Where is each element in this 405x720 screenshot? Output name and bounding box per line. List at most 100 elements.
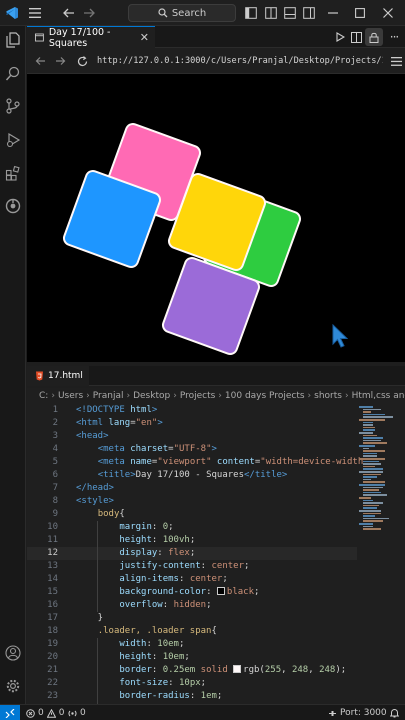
- code-text: height: 100vh;: [119, 535, 196, 545]
- line-number: 9: [52, 509, 58, 519]
- breadcrumb-item[interactable]: Pranjal: [93, 391, 124, 401]
- info-indicator[interactable]: 0: [68, 705, 86, 720]
- code-line[interactable]: 2 <html lang="en">: [27, 417, 357, 430]
- breadcrumb-separator: ›: [173, 391, 177, 401]
- port-indicator[interactable]: Port: 3000: [328, 705, 387, 720]
- preview-viewport[interactable]: [27, 74, 405, 362]
- code-text: justify-content: center;: [119, 561, 250, 571]
- code-line[interactable]: 20 height: 10em;: [27, 651, 357, 664]
- minimap[interactable]: [355, 404, 399, 704]
- remote-indicator-button[interactable]: [0, 705, 20, 720]
- file-tab[interactable]: 17.html: [27, 366, 89, 386]
- code-text: <meta name="viewport" content="width=dev…: [97, 457, 364, 467]
- breadcrumb-item[interactable]: C:: [39, 391, 48, 401]
- line-number: 2: [52, 418, 58, 428]
- code-text: <html lang="en">: [76, 418, 163, 428]
- title-bar: Search: [0, 0, 405, 26]
- code-line[interactable]: 9 body{: [27, 508, 357, 521]
- code-line[interactable]: 15 background-color: black;: [27, 586, 357, 599]
- code-line[interactable]: 5 <meta name="viewport" content="width=d…: [27, 456, 364, 469]
- code-text: height: 10em;: [119, 652, 190, 662]
- code-line[interactable]: 18 .loader, .loader span{: [27, 625, 357, 638]
- port-label: Port: 3000: [340, 708, 387, 718]
- vscode-logo-icon: [3, 4, 21, 22]
- preview-tab-strip: Day 17/100 - Squares ✕ ···: [27, 26, 405, 49]
- minimize-icon[interactable]: [324, 4, 342, 22]
- code-line[interactable]: 23 border-radius: 1em;: [27, 690, 357, 703]
- explorer-icon[interactable]: [3, 30, 23, 50]
- code-line[interactable]: 16 overflow: hidden;: [27, 599, 357, 612]
- split-editor-icon[interactable]: [347, 28, 365, 46]
- breadcrumb-item[interactable]: Desktop: [133, 391, 170, 401]
- code-text: border: 0.25em solid rgb(255, 248, 248);: [119, 665, 347, 675]
- toggle-panel-icon[interactable]: [262, 4, 280, 22]
- browser-back-icon[interactable]: [31, 52, 49, 70]
- code-line[interactable]: 21 border: 0.25em solid rgb(255, 248, 24…: [27, 664, 357, 677]
- status-bar: 0 0 0 Port: 3000: [0, 704, 405, 720]
- code-line[interactable]: 12 display: flex;: [27, 547, 357, 560]
- code-line[interactable]: 19 width: 10em;: [27, 638, 357, 651]
- color-swatch[interactable]: [233, 665, 242, 673]
- browser-navigation-bar: http://127.0.0.1:3000/c/Users/Pranjal/De…: [27, 48, 405, 74]
- code-text: }: [76, 613, 104, 623]
- problems-indicator[interactable]: 0 0: [26, 705, 64, 720]
- line-number: 21: [47, 665, 58, 675]
- browser-forward-icon[interactable]: [51, 52, 69, 70]
- remote-explorer-icon[interactable]: [3, 196, 23, 216]
- code-line[interactable]: 17 }: [27, 612, 357, 625]
- extensions-icon[interactable]: [3, 163, 23, 183]
- browser-preview-icon: [35, 33, 44, 42]
- color-swatch[interactable]: [216, 587, 225, 595]
- broadcast-icon: [68, 710, 77, 716]
- preview-tab[interactable]: Day 17/100 - Squares ✕: [27, 26, 155, 49]
- close-tab-icon[interactable]: ✕: [140, 31, 149, 44]
- breadcrumb: C: › Users › Pranjal › Desktop › Projects › 100 da…: [27, 388, 405, 404]
- code-line[interactable]: 14 align-items: center;: [27, 573, 357, 586]
- more-actions-icon[interactable]: ···: [385, 28, 403, 46]
- code-line[interactable]: 13 justify-content: center;: [27, 560, 357, 573]
- breadcrumb-item[interactable]: 100 days Projects: [225, 391, 305, 401]
- reload-icon[interactable]: [73, 52, 91, 70]
- code-line[interactable]: 8 <style>: [27, 495, 357, 508]
- settings-gear-icon[interactable]: [3, 676, 23, 696]
- back-arrow-icon[interactable]: [60, 4, 78, 22]
- notifications-bell-icon[interactable]: [389, 708, 400, 720]
- command-center-search[interactable]: Search: [128, 4, 236, 22]
- menu-icon[interactable]: [26, 4, 44, 22]
- lock-icon[interactable]: [365, 28, 383, 46]
- html-file-icon: [36, 371, 43, 381]
- toggle-secondary-sidebar-icon[interactable]: [281, 4, 299, 22]
- code-text: width: 10em;: [119, 639, 185, 649]
- code-line[interactable]: 6 <title>Day 17/100 - Squares</title>: [27, 469, 357, 482]
- code-line[interactable]: 22 font-size: 10px;: [27, 677, 357, 690]
- line-number: 12: [47, 548, 58, 558]
- source-control-icon[interactable]: [3, 96, 23, 116]
- toggle-sidebar-icon[interactable]: [242, 4, 260, 22]
- account-icon[interactable]: [3, 643, 23, 663]
- code-line[interactable]: 7 </head>: [27, 482, 357, 495]
- browser-menu-icon[interactable]: [387, 52, 405, 70]
- line-number: 3: [52, 431, 58, 441]
- breadcrumb-item[interactable]: Users: [58, 391, 83, 401]
- info-count: 0: [80, 708, 86, 718]
- breadcrumb-separator: ›: [307, 391, 312, 401]
- run-debug-icon[interactable]: [3, 130, 23, 150]
- close-window-icon[interactable]: [379, 4, 397, 22]
- search-view-icon[interactable]: [3, 64, 23, 84]
- customize-layout-icon[interactable]: [300, 4, 318, 22]
- breadcrumb-item[interactable]: Projects: [180, 391, 215, 401]
- maximize-icon[interactable]: [351, 4, 369, 22]
- breadcrumb-item[interactable]: Html,css and javascript: [352, 391, 405, 401]
- breadcrumb-item[interactable]: shorts: [314, 391, 342, 401]
- code-editor[interactable]: 1 <!DOCTYPE html> 2 <html lang="en"> 3 <head>…: [27, 404, 405, 704]
- remote-icon: [5, 708, 15, 718]
- mouse-cursor-icon: [332, 323, 349, 352]
- code-line[interactable]: 11 height: 100vh;: [27, 534, 357, 547]
- code-line[interactable]: 1 <!DOCTYPE html>: [27, 404, 357, 417]
- code-line[interactable]: 4 <meta charset="UTF-8">: [27, 443, 357, 456]
- activity-bar: [0, 26, 26, 704]
- url-field[interactable]: http://127.0.0.1:3000/c/Users/Pranjal/De…: [95, 52, 383, 70]
- code-line[interactable]: 10 margin: 0;: [27, 521, 357, 534]
- forward-arrow-icon[interactable]: [80, 4, 98, 22]
- code-line[interactable]: 3 <head>: [27, 430, 357, 443]
